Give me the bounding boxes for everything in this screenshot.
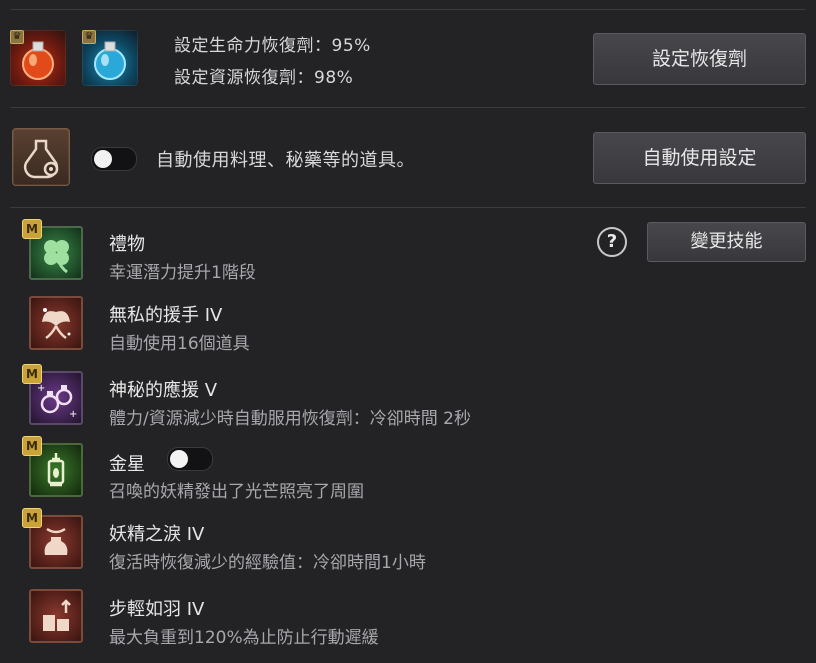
skill-name: 妖精之淚 IV (109, 524, 205, 545)
crown-badge: ♛ (82, 30, 96, 44)
hp-potion-slot[interactable]: ♛ (10, 30, 66, 86)
change-skill-button[interactable]: 變更技能 (647, 222, 806, 262)
skill-desc: 召喚的妖精發出了光芒照亮了周圍 (109, 482, 364, 502)
fairy-icon (42, 308, 71, 340)
auto-use-toggle[interactable] (91, 147, 137, 171)
skill-name: 禮物 (109, 234, 145, 255)
toggle-knob (94, 150, 112, 168)
toggle-knob (170, 450, 188, 468)
mastery-badge: M (22, 364, 42, 384)
crown-badge: ♛ (10, 30, 24, 44)
auto-use-icon-slot (12, 128, 70, 186)
divider-2 (10, 207, 806, 208)
mp-recovery-setting: 設定資源恢復劑：98% (174, 68, 354, 88)
venus-toggle[interactable] (167, 447, 213, 471)
auto-use-label: 自動使用料理、秘藥等的道具。 (156, 150, 415, 171)
potion-gear-icon (23, 139, 59, 179)
auto-use-settings-button[interactable]: 自動使用設定 (593, 132, 806, 184)
mastery-badge: M (22, 219, 42, 239)
skill-name: 步輕如羽 IV (109, 599, 205, 620)
mastery-badge: M (22, 508, 42, 528)
hp-recovery-setting: 設定生命力恢復劑：95% (174, 36, 371, 56)
divider-1 (10, 107, 806, 108)
skill-desc: 復活時恢復減少的經驗值：冷卻時間1小時 (109, 553, 426, 573)
skill-icon-light-as-feather[interactable] (29, 589, 83, 643)
skill-name: 金星 (109, 454, 145, 475)
help-icon[interactable]: ? (597, 227, 627, 257)
divider-top (10, 9, 806, 10)
skill-name: 無私的援手 IV (109, 305, 223, 326)
mastery-badge: M (22, 436, 42, 456)
skill-desc: 自動使用16個道具 (109, 334, 250, 354)
weight-icon (43, 599, 71, 631)
skill-desc: 體力/資源減少時自動服用恢復劑：冷卻時間 2秒 (109, 409, 471, 429)
svg-text:+: + (37, 383, 45, 394)
skill-desc: 最大負重到120%為止防止行動遲緩 (109, 628, 379, 648)
skill-icon-selfless-help[interactable] (29, 296, 83, 350)
svg-text:+: + (69, 409, 77, 420)
set-potion-button[interactable]: 設定恢復劑 (593, 33, 806, 85)
skill-desc: 幸運潛力提升1階段 (109, 263, 256, 283)
skill-name: 神秘的應援 V (109, 380, 218, 401)
mp-potion-slot[interactable]: ♛ (82, 30, 138, 86)
